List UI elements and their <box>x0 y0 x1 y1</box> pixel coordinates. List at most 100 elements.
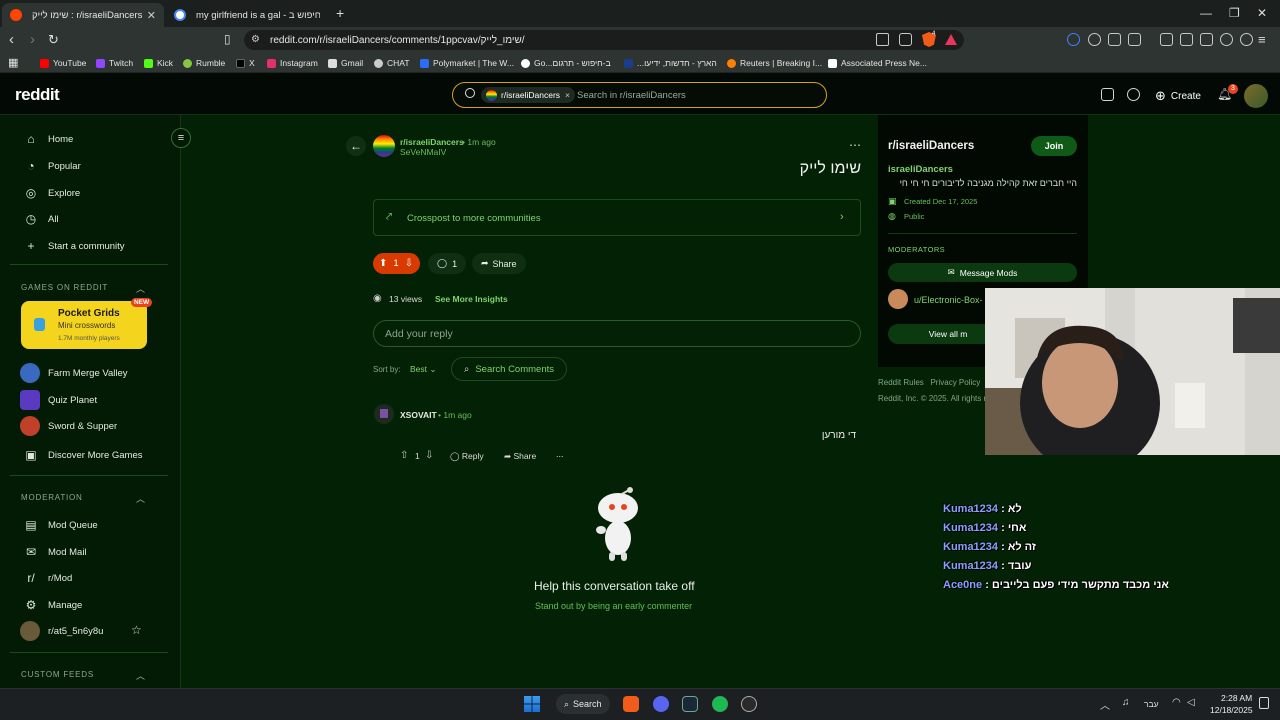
comment-downvote-icon[interactable]: ⇩ <box>425 450 433 461</box>
extension-audio-icon[interactable] <box>1067 33 1080 46</box>
bookmark-icon[interactable]: ▯ <box>224 31 231 48</box>
language-indicator[interactable]: עבר <box>1144 699 1159 709</box>
chevron-up-icon[interactable]: ︿ <box>136 669 145 682</box>
chip-close-icon[interactable]: × <box>565 90 570 100</box>
favorite-star-icon[interactable]: ☆ <box>131 623 142 637</box>
reload-icon[interactable]: ↻ <box>48 31 59 48</box>
sidebar-game-farm-merge-valley[interactable]: Farm Merge Valley <box>20 363 128 383</box>
chat-bubble-icon[interactable] <box>1127 88 1140 101</box>
collapse-sidebar-icon[interactable]: ≡ <box>171 128 191 148</box>
notification-center-icon[interactable] <box>1259 697 1269 709</box>
bookmark-reuters[interactable]: Reuters | Breaking I... <box>727 58 822 68</box>
custom-feeds-heading[interactable]: CUSTOM FEEDS <box>21 670 94 679</box>
sidebar-mod-mail[interactable]: ✉ Mod Mail <box>24 545 87 559</box>
back-button[interactable]: ← <box>346 136 366 156</box>
comments-button[interactable]: ◯ 1 <box>428 253 467 274</box>
upvote-icon[interactable]: ⬆ <box>379 258 387 269</box>
brave-rewards-icon[interactable] <box>945 34 957 45</box>
bookmark-rumble[interactable]: Rumble <box>183 58 225 68</box>
bookmark-kick[interactable]: Kick <box>144 58 173 68</box>
post-subreddit[interactable]: r/israeliDancers <box>400 137 464 147</box>
comment-upvote-icon[interactable]: ⇧ <box>400 450 408 461</box>
wifi-icon[interactable]: ◠ <box>1172 697 1181 708</box>
downvote-icon[interactable]: ⇩ <box>405 258 413 269</box>
chevron-up-icon[interactable]: ︿ <box>136 282 145 295</box>
translate-icon[interactable] <box>1128 33 1141 46</box>
wallet-icon[interactable] <box>1200 33 1213 46</box>
back-icon[interactable]: ‹ <box>9 31 14 48</box>
extensions-icon[interactable] <box>1108 33 1121 46</box>
sidebar-game-sword-supper[interactable]: Sword & Supper <box>20 416 117 436</box>
forward-icon[interactable]: › <box>30 31 35 48</box>
chevron-up-icon[interactable]: ︿ <box>136 492 145 505</box>
comment-author[interactable]: XSOVAIT <box>400 410 437 420</box>
sidebar-item-all[interactable]: ◷ All <box>24 212 59 226</box>
sort-dropdown[interactable]: Best ⌄ <box>410 364 437 375</box>
new-tab-button[interactable]: + <box>336 5 344 21</box>
media-icon[interactable] <box>1160 33 1173 46</box>
sidebar-discover-games[interactable]: ▣ Discover More Games <box>24 448 142 462</box>
bookmark-ap[interactable]: Associated Press Ne... <box>828 58 927 68</box>
sidebar-manage[interactable]: ⚙ Manage <box>24 598 83 612</box>
sidebar-item-start-community[interactable]: + Start a community <box>24 239 124 253</box>
bookmark-translate[interactable]: Go...ב-חיפוש - תרגום <box>521 58 611 68</box>
bookmark-haaretz[interactable]: הארץ - חדשות, ידיעו... <box>624 58 717 68</box>
clock-date[interactable]: 12/18/2025 <box>1210 705 1253 715</box>
bookmark-gmail[interactable]: Gmail <box>328 58 363 68</box>
minimize-icon[interactable]: — <box>1200 6 1212 20</box>
user-avatar[interactable] <box>1244 84 1268 108</box>
sidebar-toggle-icon[interactable] <box>1180 33 1193 46</box>
bookmark-chat[interactable]: CHAT <box>374 58 410 68</box>
site-info-icon[interactable]: ⚙ <box>251 34 260 45</box>
microphone-icon[interactable]: ♫ <box>1122 697 1130 708</box>
bookmark-x[interactable]: X <box>236 58 255 68</box>
obs-icon[interactable] <box>741 696 757 712</box>
discord-icon[interactable] <box>653 696 669 712</box>
close-icon[interactable]: ✕ <box>1257 6 1267 20</box>
leo-ai-icon[interactable] <box>1220 33 1233 46</box>
moderator-name[interactable]: u/Electronic-Box- <box>914 295 983 305</box>
commenter-avatar[interactable] <box>374 404 394 424</box>
bookmark-instagram[interactable]: Instagram <box>267 58 318 68</box>
post-author[interactable]: SeVeNMaIV <box>400 147 446 157</box>
bookmark-youtube[interactable]: YouTube <box>40 58 86 68</box>
subreddit-icon[interactable] <box>373 135 395 157</box>
reddit-logo[interactable]: reddit <box>15 85 60 105</box>
menu-icon[interactable]: ≡ <box>1258 31 1266 48</box>
clock-time[interactable]: 2:28 AM <box>1221 693 1252 703</box>
search-comments-button[interactable]: ⌕ Search Comments <box>451 357 567 381</box>
comment-share-button[interactable]: ➦ Share <box>504 451 536 462</box>
search-community-chip[interactable]: r/israeliDancers × <box>481 87 576 103</box>
tab-reddit[interactable]: r/israeliDancers : שימו לייק ✕ <box>2 3 164 27</box>
comment-more-icon[interactable]: ... <box>556 449 564 459</box>
cast-icon[interactable] <box>876 33 889 46</box>
spotify-icon[interactable] <box>712 696 728 712</box>
taskbar-search-button[interactable]: ⌕ Search <box>556 694 610 714</box>
bookmark-twitch[interactable]: Twitch <box>96 58 133 68</box>
advertise-icon[interactable] <box>1101 88 1114 101</box>
sidebar-item-popular[interactable]: ◔ Popular <box>24 159 80 173</box>
sidebar-user-community[interactable]: r/at5_5n6y8u <box>20 621 103 641</box>
sidebar-r-mod[interactable]: r/r/Mod <box>24 571 72 585</box>
sidebar-item-explore[interactable]: ◎ Explore <box>24 186 80 200</box>
bookmark-polymarket[interactable]: Polymarket | The W... <box>420 58 514 68</box>
brave-taskbar-icon[interactable] <box>623 696 639 712</box>
vpn-icon[interactable] <box>1088 33 1101 46</box>
see-more-insights-link[interactable]: See More Insights <box>435 294 508 304</box>
share-icon[interactable] <box>899 33 912 46</box>
vpn-shield-icon[interactable] <box>1240 33 1253 46</box>
volume-icon[interactable]: ◁ <box>1187 697 1195 708</box>
moderator-avatar[interactable] <box>888 289 908 309</box>
comment-reply-button[interactable]: ◯ Reply <box>450 451 484 462</box>
vote-control[interactable]: ⬆ 1 ⇩ <box>373 253 420 274</box>
restore-icon[interactable]: ❐ <box>1229 6 1240 20</box>
create-button[interactable]: ⊕ Create <box>1155 88 1201 104</box>
games-heading[interactable]: GAMES ON REDDIT <box>21 283 108 292</box>
moderation-heading[interactable]: MODERATION <box>21 493 83 502</box>
message-mods-button[interactable]: ✉ Message Mods <box>888 263 1077 282</box>
sidebar-game-quiz-planet[interactable]: Quiz Planet <box>20 390 97 410</box>
footer-links[interactable]: Reddit Rules Privacy Policy U <box>878 378 993 387</box>
join-button[interactable]: Join <box>1031 136 1077 156</box>
post-options-icon[interactable]: ⋯ <box>849 138 861 152</box>
tab-google[interactable]: my girlfriend is a gal - חיפוש ב-Goog <box>166 3 328 27</box>
